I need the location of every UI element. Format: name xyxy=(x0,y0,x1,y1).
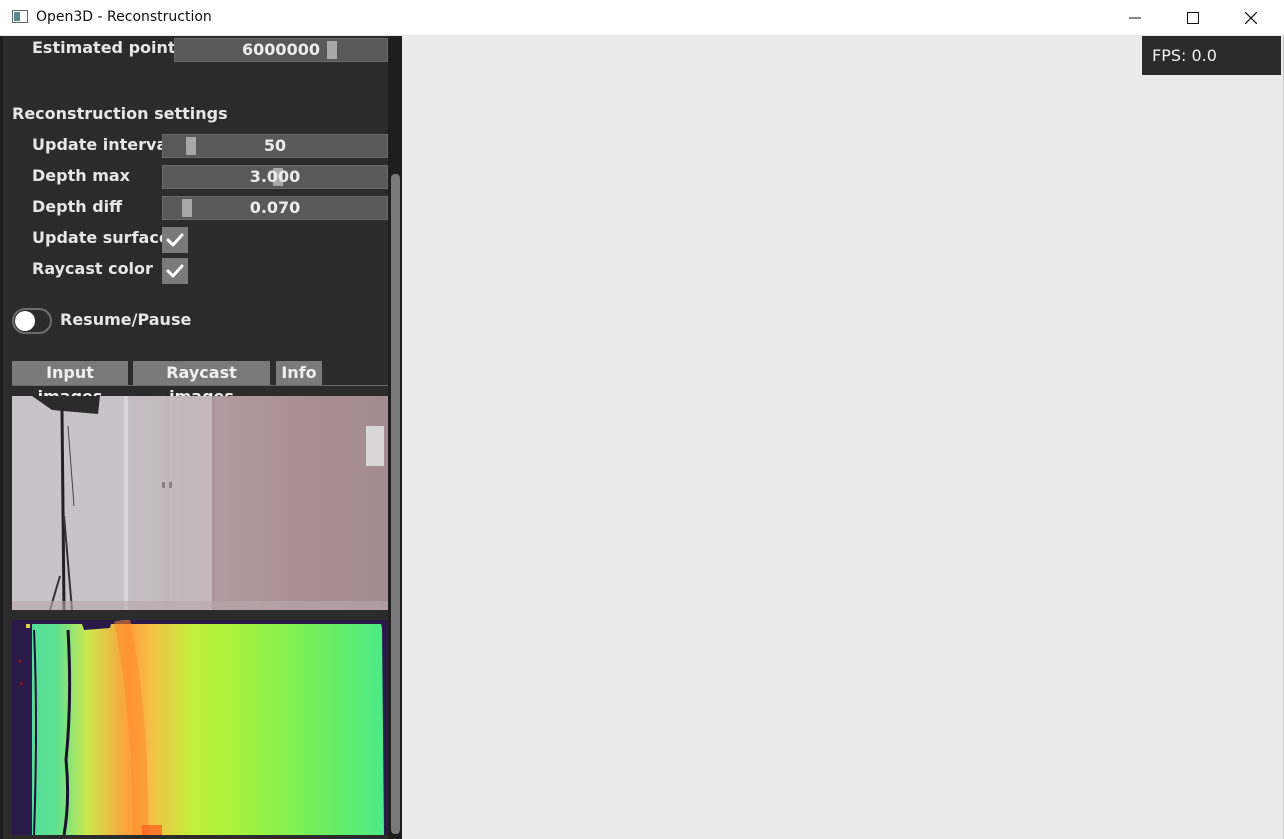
update-surface-checkbox[interactable] xyxy=(162,227,188,253)
checkmark-icon xyxy=(166,264,184,278)
depth-diff-label: Depth diff xyxy=(32,197,123,216)
close-icon xyxy=(1245,11,1257,24)
estimated-points-value: 6000000 xyxy=(242,40,320,59)
depth-image xyxy=(12,620,388,835)
tab-raycast-images[interactable]: Raycast images xyxy=(133,361,270,406)
close-button[interactable] xyxy=(1222,0,1280,35)
toggle-knob xyxy=(15,311,35,331)
slider-handle[interactable] xyxy=(182,199,192,217)
panel-edge xyxy=(0,36,3,839)
minimize-icon xyxy=(1129,17,1141,18)
update-interval-value: 50 xyxy=(263,136,287,155)
color-image xyxy=(12,396,388,610)
raycast-color-label: Raycast color xyxy=(32,259,153,278)
checkmark-icon xyxy=(166,233,184,247)
depth-max-label: Depth max xyxy=(32,166,130,185)
minimize-button[interactable] xyxy=(1106,0,1164,35)
depth-max-value: 3.000 xyxy=(249,167,301,186)
settings-panel: Estimated points 6000000 Reconstruction … xyxy=(0,36,402,839)
depth-diff-slider[interactable]: 0.070 xyxy=(162,196,388,220)
raycast-color-checkbox[interactable] xyxy=(162,258,188,284)
slider-handle[interactable] xyxy=(327,41,337,59)
maximize-icon xyxy=(1187,11,1199,24)
resume-pause-label: Resume/Pause xyxy=(60,310,192,329)
depth-max-slider[interactable]: 3.000 xyxy=(162,165,388,189)
fps-label: FPS: 0.0 xyxy=(1142,36,1281,75)
title-bar[interactable]: Open3D - Reconstruction xyxy=(0,0,1284,36)
reconstruction-settings-title: Reconstruction settings xyxy=(12,104,228,123)
maximize-button[interactable] xyxy=(1164,0,1222,35)
app-icon xyxy=(12,10,28,23)
estimated-points-slider[interactable]: 6000000 xyxy=(174,38,388,62)
tab-divider xyxy=(12,385,388,386)
3d-viewport[interactable] xyxy=(402,36,1283,839)
update-surface-label: Update surface xyxy=(32,228,170,247)
scrollbar-thumb[interactable] xyxy=(391,174,400,834)
update-interval-slider[interactable]: 50 xyxy=(162,134,388,158)
slider-handle[interactable] xyxy=(186,137,196,155)
tab-input-images[interactable]: Input images xyxy=(12,361,128,406)
estimated-points-label: Estimated points xyxy=(32,38,186,57)
depth-diff-value: 0.070 xyxy=(249,198,301,217)
resume-pause-toggle[interactable] xyxy=(12,308,52,334)
tab-info[interactable]: Info xyxy=(276,361,322,385)
update-interval-label: Update interval xyxy=(32,135,173,154)
window-title: Open3D - Reconstruction xyxy=(36,9,212,25)
